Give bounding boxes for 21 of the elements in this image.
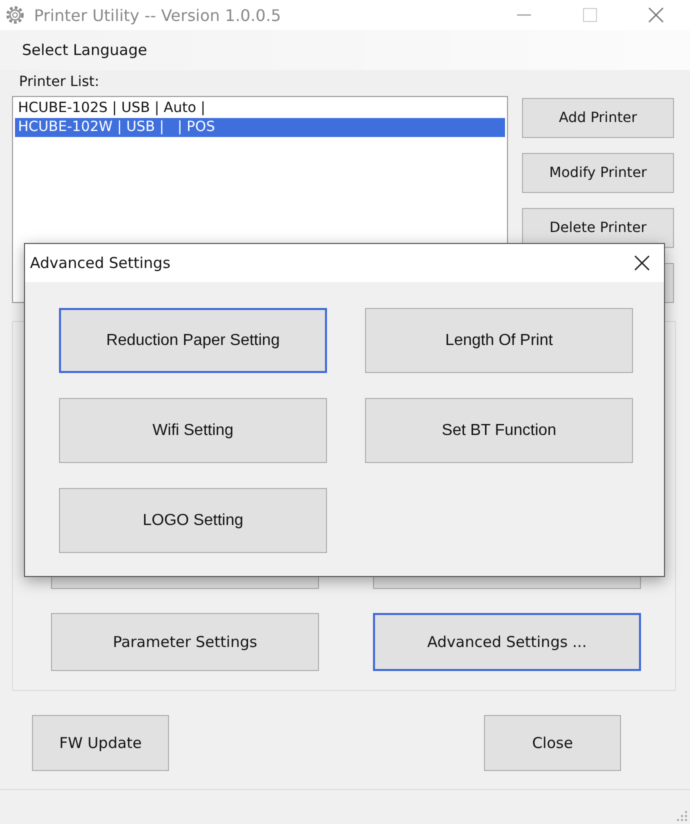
gear-icon xyxy=(4,4,26,26)
group-button[interactable]: Advanced Settings ... xyxy=(373,613,641,671)
printer-list-label: Printer List: xyxy=(19,74,100,92)
resize-grip-icon[interactable] xyxy=(677,811,687,821)
dialog-title: Advanced Settings xyxy=(30,254,170,272)
footer-button[interactable]: Close xyxy=(484,715,621,771)
dialog-button[interactable]: Length Of Print xyxy=(365,308,633,373)
dialog-button[interactable]: Wifi Setting xyxy=(59,398,327,463)
printer-list-item[interactable]: HCUBE-102W | USB | | POS xyxy=(15,118,505,137)
footer-button[interactable]: FW Update xyxy=(32,715,169,771)
maximize-icon[interactable] xyxy=(582,7,598,23)
side-button[interactable]: Add Printer xyxy=(522,98,674,138)
printer-list-item[interactable]: HCUBE-102S | USB | Auto | xyxy=(15,99,505,118)
dialog-button[interactable]: LOGO Setting xyxy=(59,488,327,553)
dialog-button[interactable]: Set BT Function xyxy=(365,398,633,463)
group-button[interactable]: Parameter Settings xyxy=(51,613,319,671)
window-title: Printer Utility -- Version 1.0.0.5 xyxy=(34,6,281,24)
side-button[interactable]: Modify Printer xyxy=(522,153,674,193)
menu-item[interactable]: Select Language xyxy=(22,41,148,59)
close-icon[interactable] xyxy=(634,255,650,271)
dialog-button[interactable]: Reduction Paper Setting xyxy=(59,308,327,373)
